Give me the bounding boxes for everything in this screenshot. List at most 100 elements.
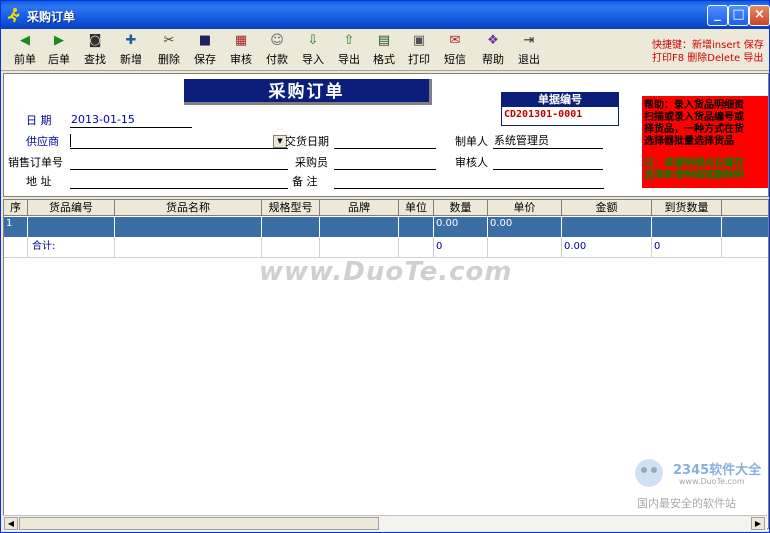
- doc-number-box: 单据编号 CD201301-0001: [501, 92, 619, 126]
- column-header[interactable]: 数量: [434, 200, 488, 216]
- delivery-date-label: 交货日期: [285, 135, 329, 148]
- close-button[interactable]: ×: [749, 5, 770, 26]
- toolbar-button-label: 后单: [48, 53, 70, 66]
- toolbar-button-label: 短信: [444, 53, 466, 66]
- exit-icon: ⇥: [523, 33, 535, 48]
- toolbar-button-next[interactable]: ▶ 后单: [41, 32, 77, 70]
- help-book-icon: ❖: [487, 33, 499, 48]
- table-row[interactable]: 1 0.00 0.00: [4, 217, 768, 237]
- column-header[interactable]: 单价: [488, 200, 562, 216]
- delete-icon: ✂: [163, 33, 175, 48]
- toolbar-button-label: 新增: [120, 53, 142, 66]
- toolbar-button-sms[interactable]: ✉ 短信: [437, 32, 473, 70]
- binoculars-icon: ◙: [88, 33, 102, 48]
- toolbar-button-audit[interactable]: ▦ 审核: [223, 32, 259, 70]
- purchase-order-window: 采购订单 _ □ × ◀ 前单 ▶ 后单 ◙ 查找 ✚ 新增 ✂ 删除 ■ 保存 ▦ 审核 ☺ 付款 ⇩ 导入 ⇧ 导…: [0, 0, 770, 533]
- toolbar-button-help-book[interactable]: ❖ 帮助: [475, 32, 511, 70]
- toolbar-button-pay[interactable]: ☺ 付款: [259, 32, 295, 70]
- title-bar[interactable]: 采购订单 _ □ ×: [1, 1, 770, 29]
- toolbar-button-label: 帮助: [482, 53, 504, 66]
- export-icon: ⇧: [343, 33, 355, 48]
- total-label: 合计:: [28, 238, 115, 258]
- maker-field[interactable]: 系统管理员: [493, 134, 603, 149]
- column-header[interactable]: 规格型号: [262, 200, 320, 216]
- maximize-button[interactable]: □: [728, 5, 749, 26]
- toolbar-button-printer[interactable]: ▣ 打印: [401, 32, 437, 70]
- buyer-field[interactable]: [334, 155, 436, 170]
- column-header[interactable]: 货品编号: [28, 200, 115, 216]
- address-label: 地 址: [26, 175, 52, 188]
- cell-amount[interactable]: [562, 217, 652, 237]
- sms-icon: ✉: [449, 33, 461, 48]
- reviewer-field[interactable]: [493, 155, 603, 170]
- hotkeys-hint: 快捷键：新增insert 保存 打印F8 删除Delete 导出: [652, 39, 770, 65]
- form-title: 采购订单: [184, 79, 432, 105]
- toolbar-button-label: 格式: [373, 53, 395, 66]
- cell-price[interactable]: 0.00: [488, 217, 562, 237]
- help-note: 注：单据明细点右键在 选择新增明细或删除明: [644, 158, 744, 181]
- toolbar-button-export[interactable]: ⇧ 导出: [331, 32, 367, 70]
- delivery-date-field[interactable]: [334, 134, 436, 149]
- scroll-left-button[interactable]: ◀: [4, 517, 18, 530]
- scroll-thumb[interactable]: [19, 517, 379, 530]
- total-row: 合计: 0 0.00 0: [4, 238, 768, 258]
- hotkeys-line-2: 打印F8 删除Delete 导出: [652, 53, 764, 64]
- date-field[interactable]: 2013-01-15: [70, 113, 192, 128]
- doc-number-value: CD201301-0001: [504, 109, 583, 120]
- cell-name[interactable]: [115, 217, 262, 237]
- watermark-logo: 2345软件大全 www.DuoTe.com 国内最安全的软件站: [625, 455, 769, 513]
- toolbar-button-exit[interactable]: ⇥ 退出: [511, 32, 547, 70]
- hotkeys-line-1: 快捷键：新增insert 保存: [652, 40, 764, 51]
- column-header-empty: [722, 200, 768, 216]
- cell-spec[interactable]: [262, 217, 320, 237]
- printer-icon: ▣: [412, 33, 426, 48]
- toolbar-button-import[interactable]: ⇩ 导入: [295, 32, 331, 70]
- sales-order-label: 销售订单号: [8, 156, 63, 169]
- horizontal-scrollbar[interactable]: ◀ ▶: [3, 515, 767, 531]
- address-field[interactable]: [70, 174, 288, 189]
- toolbar-button-new[interactable]: ✚ 新增: [113, 32, 149, 70]
- toolbar-button-delete[interactable]: ✂ 删除: [151, 32, 187, 70]
- scroll-right-button[interactable]: ▶: [751, 517, 765, 530]
- supplier-combo[interactable]: [70, 133, 288, 149]
- text-cursor: [70, 134, 71, 147]
- toolbar-button-label: 删除: [158, 53, 180, 66]
- grid-header: 序货品编号 货品名称 规格型号 品牌 单位 数量 单价 金额 到货数量: [4, 200, 768, 216]
- mascot-icon: [635, 459, 663, 487]
- toolbar-button-save[interactable]: ■ 保存: [187, 32, 223, 70]
- watermark-logo-text: 2345软件大全: [673, 463, 762, 478]
- cell-arrived[interactable]: [652, 217, 722, 237]
- cell-brand[interactable]: [320, 217, 399, 237]
- remark-field[interactable]: [334, 174, 604, 189]
- order-header-form: 采购订单 单据编号 CD201301-0001 帮助：录入货品明细资 扫描或录入…: [3, 73, 769, 197]
- supplier-label: 供应商: [26, 135, 59, 148]
- app-runner-icon: [7, 8, 20, 23]
- import-icon: ⇩: [307, 33, 319, 48]
- column-header[interactable]: 品牌: [320, 200, 399, 216]
- maker-label: 制单人: [455, 135, 488, 148]
- toolbar-button-label: 审核: [230, 53, 252, 66]
- column-header[interactable]: 货品名称: [115, 200, 262, 216]
- column-header[interactable]: 金额: [562, 200, 652, 216]
- toolbar-button-label: 导出: [338, 53, 360, 66]
- column-header[interactable]: 单位: [399, 200, 434, 216]
- cell-code[interactable]: [28, 217, 115, 237]
- minimize-button[interactable]: _: [707, 5, 728, 26]
- toolbar-button-format[interactable]: ▤ 格式: [366, 32, 402, 70]
- doc-number-label: 单据编号: [502, 93, 618, 107]
- toolbar-button-binoculars[interactable]: ◙ 查找: [77, 32, 113, 70]
- date-label: 日 期: [26, 114, 52, 127]
- toolbar-button-label: 前单: [14, 53, 36, 66]
- cell-unit[interactable]: [399, 217, 434, 237]
- toolbar-button-label: 导入: [302, 53, 324, 66]
- pay-icon: ☺: [270, 33, 284, 48]
- toolbar-button-prev[interactable]: ◀ 前单: [7, 32, 43, 70]
- cell-seq[interactable]: 1: [4, 217, 28, 237]
- audit-icon: ▦: [234, 33, 248, 48]
- cell-qty[interactable]: 0.00: [434, 217, 488, 237]
- site-watermark: www.DuoTe.com: [259, 257, 513, 287]
- sales-order-field[interactable]: [70, 155, 288, 170]
- new-icon: ✚: [125, 33, 137, 48]
- column-header[interactable]: 序: [4, 200, 28, 216]
- column-header[interactable]: 到货数量: [652, 200, 722, 216]
